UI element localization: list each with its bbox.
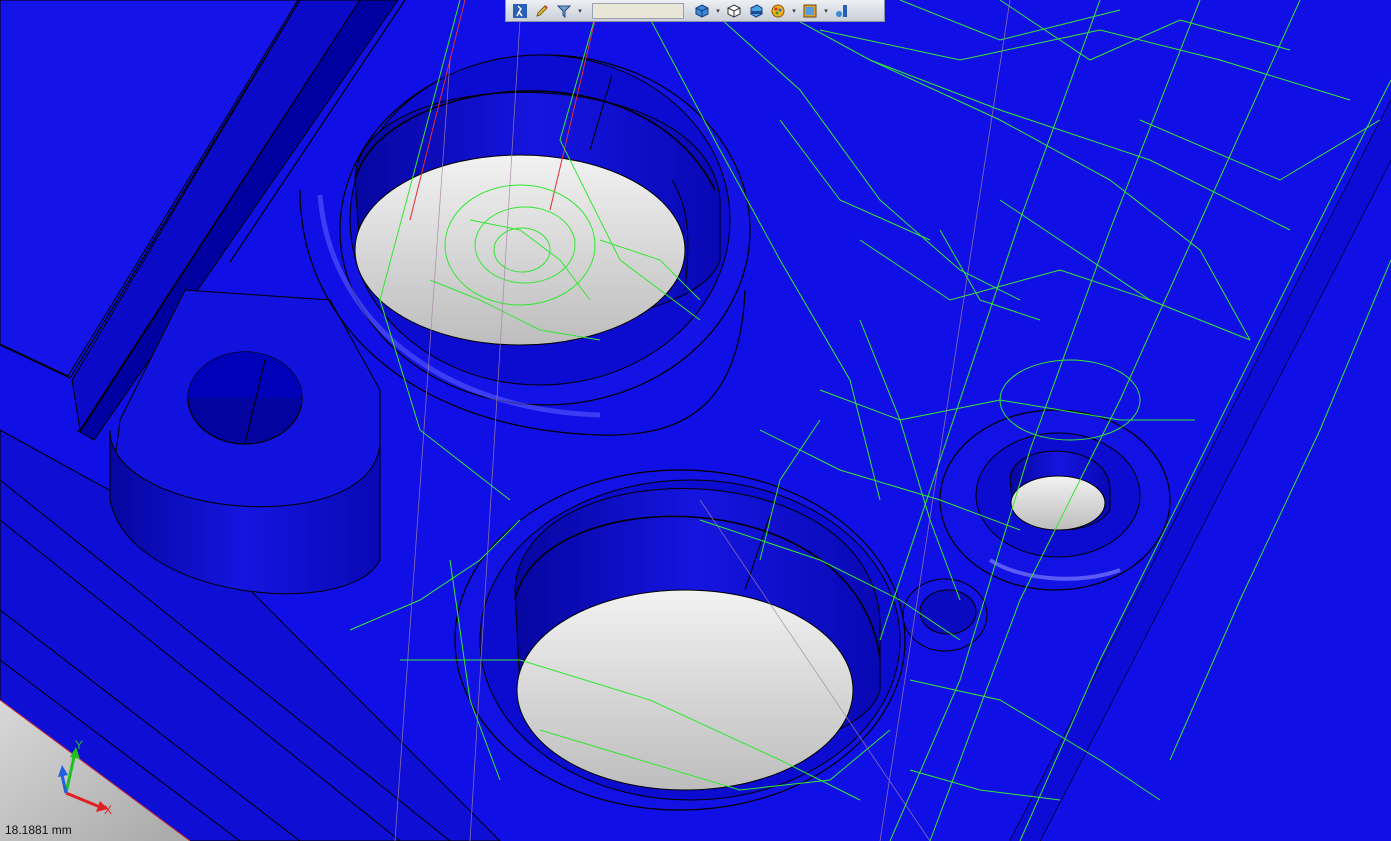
scale-readout: 18.1881 mm: [5, 823, 72, 837]
chevron-down-icon[interactable]: ▾: [576, 2, 584, 20]
toolbar-input-field[interactable]: [592, 2, 684, 19]
tiny-hole: [902, 578, 988, 652]
walkthrough-icon[interactable]: [510, 2, 530, 20]
scene-icon[interactable]: [800, 2, 820, 20]
large-hole-bottom: [454, 469, 906, 811]
graphics-viewport[interactable]: ▾ ▾ ▾ ▾ Y X 18.1881 mm: [0, 0, 1391, 841]
display-settings-icon[interactable]: [832, 2, 852, 20]
chevron-down-icon[interactable]: ▾: [822, 2, 830, 20]
large-hole-top: [339, 54, 751, 406]
chevron-down-icon[interactable]: ▾: [714, 2, 722, 20]
shaded-cube-icon[interactable]: [692, 2, 712, 20]
filter-icon[interactable]: [554, 2, 574, 20]
model-scene[interactable]: [0, 0, 1391, 841]
edit-pencil-icon[interactable]: [532, 2, 552, 20]
wireframe-cube-icon[interactable]: [724, 2, 744, 20]
view-toolbar: ▾ ▾ ▾ ▾: [505, 0, 885, 22]
small-hole-right: [939, 409, 1171, 591]
section-view-icon[interactable]: [746, 2, 766, 20]
triad-y-label: Y: [75, 738, 83, 752]
coordinate-triad: Y X: [58, 738, 112, 817]
appearance-icon[interactable]: [768, 2, 788, 20]
chevron-down-icon[interactable]: ▾: [790, 2, 798, 20]
triad-x-label: X: [104, 803, 112, 817]
